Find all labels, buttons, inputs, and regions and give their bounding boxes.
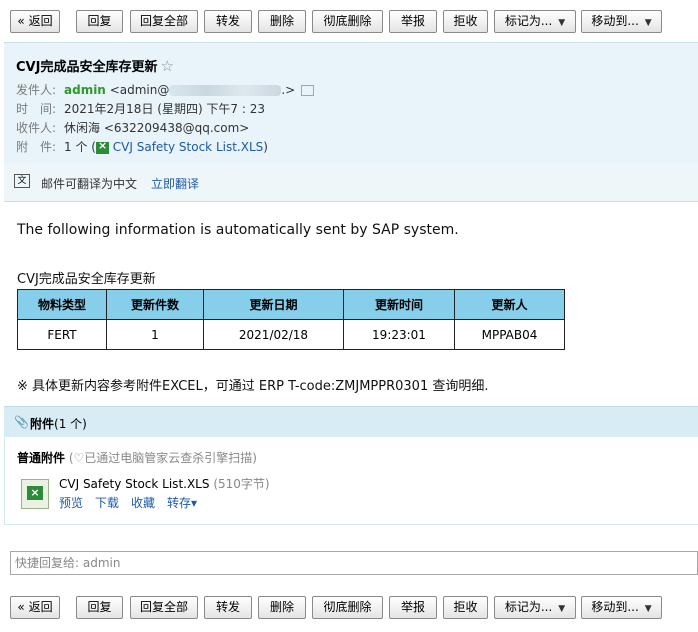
column-header: 物料类型 [17, 289, 107, 320]
mark-as-label: 标记为... [504, 14, 553, 28]
attachment-file: CVJ Safety Stock List.XLS (510字节) [59, 475, 270, 492]
mail-header: CVJ完成品安全库存更新 ☆ 发件人: admin <admin@ .> 时 间: 20… [4, 42, 698, 163]
table-cell: FERT [17, 319, 107, 350]
reject-button[interactable]: 拒收 [443, 10, 488, 33]
from-label: 发件人: [16, 83, 57, 97]
safety-stock-table: 物料类型 更新件数 更新日期 更新时间 更新人 FERT 1 2021/02/1… [17, 289, 565, 350]
reply-button[interactable]: 回复 [76, 596, 123, 619]
ordinary-attachments: 普通附件 (♡已通过电脑管家云查杀引擎扫描) [17, 449, 257, 466]
table-cell: 2021/02/18 [203, 319, 344, 350]
attachment-name: CVJ Safety Stock List.XLS [59, 477, 210, 491]
mail-subject: CVJ完成品安全库存更新 ☆ [16, 56, 174, 75]
time-value: 2021年2月18日 (星期四) 下午7 : 23 [64, 102, 266, 116]
top-toolbar: « 返回 回复 回复全部 转发 删除 彻底删除 举报 拒收 标记为... ▼ 移动… [0, 0, 698, 34]
attachment-actions: 预览 下载 收藏 转存▾ [59, 494, 209, 511]
translate-hint: 邮件可翻译为中文 [41, 177, 138, 191]
delete-permanently-button[interactable]: 彻底删除 [312, 596, 383, 619]
back-button[interactable]: « 返回 [10, 10, 60, 33]
bottom-toolbar: « 返回 回复 回复全部 转发 删除 彻底删除 举报 拒收 标记为... ▼ 移动… [0, 590, 698, 624]
mark-as-dropdown[interactable]: 标记为... ▼ [494, 10, 576, 33]
column-header: 更新件数 [106, 289, 204, 320]
reply-button[interactable]: 回复 [76, 10, 123, 33]
attachments-panel: 普通附件 (♡已通过电脑管家云查杀引擎扫描) × CVJ Safety Stoc… [4, 437, 698, 525]
attach-count: 1 个 ( [64, 140, 96, 154]
move-to-label: 移动到... [591, 14, 639, 28]
report-button[interactable]: 举报 [389, 10, 437, 33]
body-note: ※ 具体更新内容参考附件EXCEL，可通过 ERP T-code:ZMJMPPR… [17, 379, 489, 394]
sender-name[interactable]: admin [64, 83, 106, 97]
star-icon[interactable]: ☆ [160, 57, 173, 75]
mark-as-dropdown[interactable]: 标记为... ▼ [494, 596, 576, 619]
sender-address-suffix: .> [281, 83, 296, 97]
attachments-title: 附件(1 个) [30, 415, 87, 432]
translate-now-link[interactable]: 立即翻译 [151, 175, 199, 192]
attachments-count: (1 个) [54, 417, 87, 431]
reject-button[interactable]: 拒收 [443, 596, 488, 619]
to-label: 收件人: [16, 121, 57, 135]
attachment-link[interactable]: CVJ Safety Stock List.XLS [113, 140, 263, 154]
excel-file-icon [95, 139, 109, 154]
to-row: 收件人: 休闲海 <632209438@qq.com> [16, 119, 249, 136]
forward-button[interactable]: 转发 [204, 596, 252, 619]
column-header: 更新时间 [343, 289, 455, 320]
delete-button[interactable]: 删除 [258, 10, 306, 33]
download-link[interactable]: 下载 [95, 496, 119, 510]
table-cell: 1 [106, 319, 204, 350]
attachments-label: 附件 [30, 417, 55, 431]
move-to-dropdown[interactable]: 移动到... ▼ [581, 596, 662, 619]
sender-address-prefix: <admin@ [109, 83, 170, 97]
forward-button[interactable]: 转发 [204, 10, 252, 33]
chevron-down-icon: ▼ [644, 604, 652, 614]
translate-bar: 文 邮件可翻译为中文 立即翻译 [4, 163, 698, 202]
save-to-dropdown[interactable]: 转存▾ [167, 496, 197, 510]
paperclip-icon: 📎 [14, 415, 29, 429]
table-row: FERT 1 2021/02/18 19:23:01 MPPAB04 [17, 319, 565, 350]
column-header: 更新人 [454, 289, 565, 320]
quick-reply-input[interactable]: 快捷回复给: admin [10, 551, 698, 575]
move-to-label: 移动到... [591, 600, 639, 614]
attachment-row: 附 件: 1 个 ( CVJ Safety Stock List.XLS) [16, 138, 268, 155]
report-button[interactable]: 举报 [389, 596, 437, 619]
translate-icon: 文 [14, 174, 30, 188]
table-title: CVJ完成品安全库存更新 [17, 272, 156, 287]
move-to-dropdown[interactable]: 移动到... ▼ [581, 10, 662, 33]
excel-file-icon: × [21, 479, 49, 509]
reply-all-button[interactable]: 回复全部 [130, 10, 198, 33]
attach-label: 附 件: [16, 140, 57, 154]
delete-button[interactable]: 删除 [258, 596, 306, 619]
time-label: 时 间: [16, 102, 57, 116]
mark-as-label: 标记为... [504, 600, 553, 614]
chevron-down-icon: ▼ [644, 18, 652, 28]
scan-note: (♡已通过电脑管家云查杀引擎扫描) [68, 451, 257, 465]
body-intro: The following information is automatical… [17, 222, 459, 238]
delete-permanently-button[interactable]: 彻底删除 [312, 10, 383, 33]
attachments-header: 📎 附件(1 个) [4, 406, 698, 437]
chevron-down-icon: ▼ [558, 604, 566, 614]
table-header-row: 物料类型 更新件数 更新日期 更新时间 更新人 [17, 289, 565, 320]
save-link[interactable]: 收藏 [131, 496, 155, 510]
recipient: 休闲海 <632209438@qq.com> [64, 121, 250, 135]
column-header: 更新日期 [203, 289, 344, 320]
reply-all-button[interactable]: 回复全部 [130, 596, 198, 619]
attachment-size: (510字节) [213, 477, 270, 491]
table-cell: 19:23:01 [343, 319, 455, 350]
back-button[interactable]: « 返回 [10, 596, 60, 619]
contact-card-icon[interactable] [301, 85, 315, 96]
redacted-address [169, 85, 282, 96]
preview-link[interactable]: 预览 [59, 496, 83, 510]
chevron-down-icon: ▼ [558, 18, 566, 28]
subject-text: CVJ完成品安全库存更新 [16, 60, 158, 75]
attach-close: ) [263, 140, 268, 154]
time-row: 时 间: 2021年2月18日 (星期四) 下午7 : 23 [16, 100, 265, 117]
ordinary-label: 普通附件 [17, 451, 66, 465]
table-cell: MPPAB04 [454, 319, 565, 350]
from-row: 发件人: admin <admin@ .> [16, 81, 315, 98]
